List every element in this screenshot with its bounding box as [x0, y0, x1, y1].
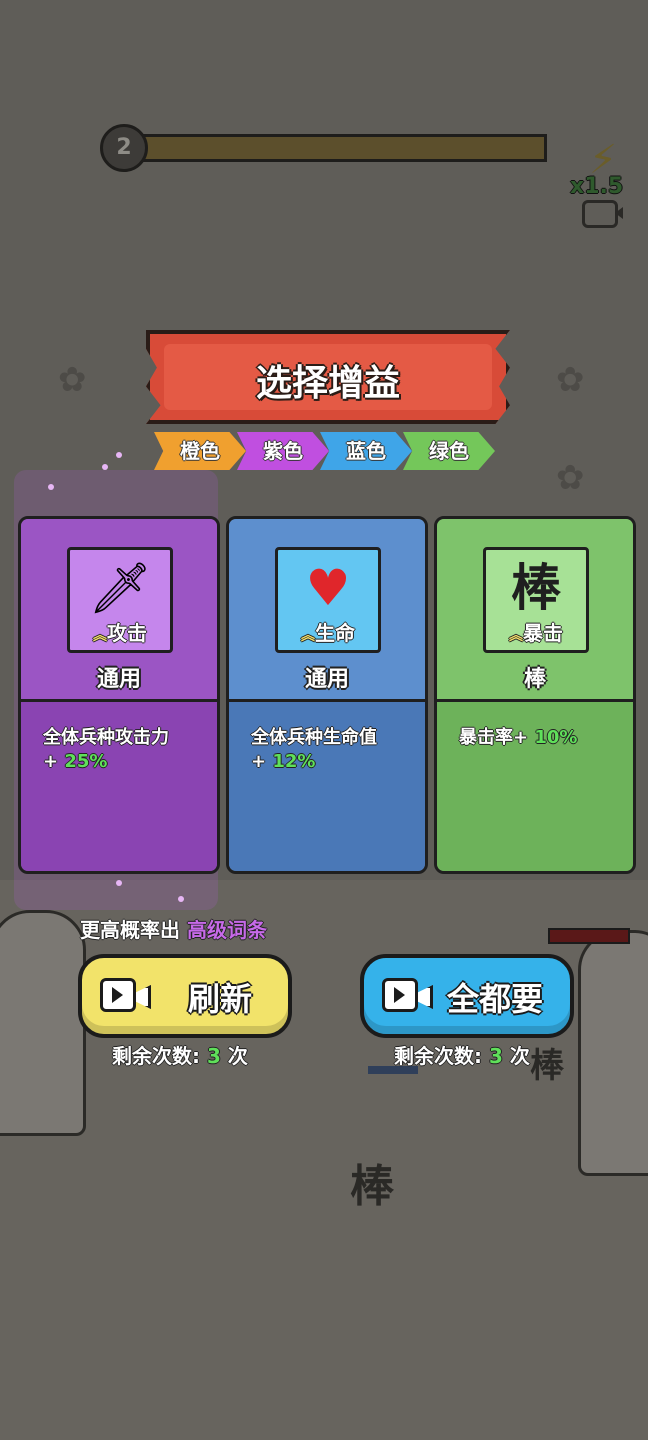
speed-boost-button[interactable]: ⚡ x1.5: [568, 140, 638, 230]
refresh-button[interactable]: 刷新: [78, 954, 292, 1038]
card-description: 全体兵种生命值 + 12%: [251, 726, 415, 774]
sparkle: [48, 484, 54, 490]
take-all-button-label: 全都要: [446, 980, 543, 1018]
refresh-button-label: 刷新: [187, 980, 252, 1018]
card-icon-box: 🗡 ︽攻击: [67, 547, 173, 653]
card-icon-label-text: 生命: [315, 621, 355, 645]
card-value: 25%: [64, 751, 108, 772]
rarity-tag-blue: 蓝色: [320, 432, 412, 470]
card-category: 棒: [523, 667, 546, 692]
upgrade-chevron-icon: ︽: [509, 628, 523, 644]
sparkle: [178, 896, 184, 902]
card-icon-label: ︽生命: [278, 617, 378, 646]
video-ad-icon: [100, 978, 136, 1012]
level-progress-bar: [138, 134, 547, 162]
cave-rock-right: [578, 930, 648, 1176]
remaining-label: 剩余次数:: [394, 1044, 489, 1068]
page-title: 选择增益: [255, 363, 400, 404]
speed-multiplier: x1.5: [570, 174, 624, 199]
card-bottom: 全体兵种攻击力 + 25%: [21, 699, 217, 871]
flower-decoration-icon: ✿: [58, 360, 87, 400]
take-all-remaining: 剩余次数: 3 次: [394, 1040, 530, 1069]
video-ad-icon: [382, 978, 418, 1012]
enemy-health-bar: [548, 928, 630, 944]
sparkle: [116, 880, 122, 886]
buff-card-attack[interactable]: 🗡 ︽攻击 通用 全体兵种攻击力 + 25%: [18, 516, 220, 874]
card-bottom: 暴击率+ 10%: [437, 699, 633, 871]
stick-unit: 棒: [530, 1046, 564, 1086]
remaining-label: 剩余次数:: [112, 1044, 207, 1068]
rarity-tag-orange: 橙色: [154, 432, 246, 470]
buff-card-health[interactable]: ♥ ︽生命 通用 全体兵种生命值 + 12%: [226, 516, 428, 874]
card-icon-label: ︽暴击: [486, 617, 586, 646]
card-description-text: 全体兵种攻击力: [43, 727, 169, 748]
rarity-tag-purple: 紫色: [237, 432, 329, 470]
card-description-text: 暴击率+: [459, 727, 535, 748]
sparkle: [116, 452, 122, 458]
take-all-button[interactable]: 全都要: [360, 954, 574, 1038]
chance-hint-text: 更高概率出: [80, 918, 187, 942]
buff-card-crit[interactable]: 棒 ︽暴击 棒 暴击率+ 10%: [434, 516, 636, 874]
card-top: 棒 ︽暴击 棒: [437, 519, 633, 699]
card-icon-box: ♥ ︽生命: [275, 547, 381, 653]
upgrade-chevron-icon: ︽: [93, 628, 107, 644]
card-value: 10%: [534, 727, 578, 748]
refresh-remaining: 剩余次数: 3 次: [112, 1040, 248, 1069]
remaining-suffix: 次: [220, 1044, 248, 1068]
sword-icon: 🗡: [88, 559, 152, 617]
card-icon-box: 棒 ︽暴击: [483, 547, 589, 653]
card-value: 12%: [272, 751, 316, 772]
flower-decoration-icon: ✿: [556, 458, 585, 498]
card-description: 暴击率+ 10%: [459, 726, 623, 750]
upgrade-chevron-icon: ︽: [301, 628, 315, 644]
card-icon-label-text: 攻击: [107, 621, 147, 645]
level-badge: 2: [100, 124, 148, 172]
card-top: 🗡 ︽攻击 通用: [21, 519, 217, 699]
stick-unit-icon: 棒: [511, 559, 561, 617]
heart-icon: ♥: [305, 559, 351, 617]
card-description: 全体兵种攻击力 + 25%: [43, 726, 207, 774]
title-banner: 选择增益: [146, 330, 510, 424]
card-value-prefix: +: [43, 751, 65, 772]
card-icon-label-text: 暴击: [523, 621, 563, 645]
remaining-suffix: 次: [502, 1044, 530, 1068]
cave-rock-left: [0, 910, 86, 1136]
rarity-legend: 橙色 紫色 蓝色 绿色: [154, 432, 495, 470]
sparkle: [102, 464, 108, 470]
card-top: ♥ ︽生命 通用: [229, 519, 425, 699]
card-category: 通用: [304, 667, 349, 692]
card-icon-label: ︽攻击: [70, 617, 170, 646]
level-progress: 2: [100, 124, 548, 172]
stick-unit: 棒: [350, 1161, 394, 1212]
rarity-tag-green: 绿色: [403, 432, 495, 470]
card-description-text: 全体兵种生命值: [251, 727, 377, 748]
remaining-count: 3: [206, 1044, 221, 1068]
video-ad-icon: [582, 200, 618, 228]
chance-hint-highlight: 高级词条: [186, 918, 267, 942]
flower-decoration-icon: ✿: [556, 360, 585, 400]
card-value-prefix: +: [251, 751, 273, 772]
card-bottom: 全体兵种生命值 + 12%: [229, 699, 425, 871]
chance-hint: 更高概率出 高级词条: [80, 914, 267, 943]
remaining-count: 3: [488, 1044, 503, 1068]
card-category: 通用: [96, 667, 141, 692]
